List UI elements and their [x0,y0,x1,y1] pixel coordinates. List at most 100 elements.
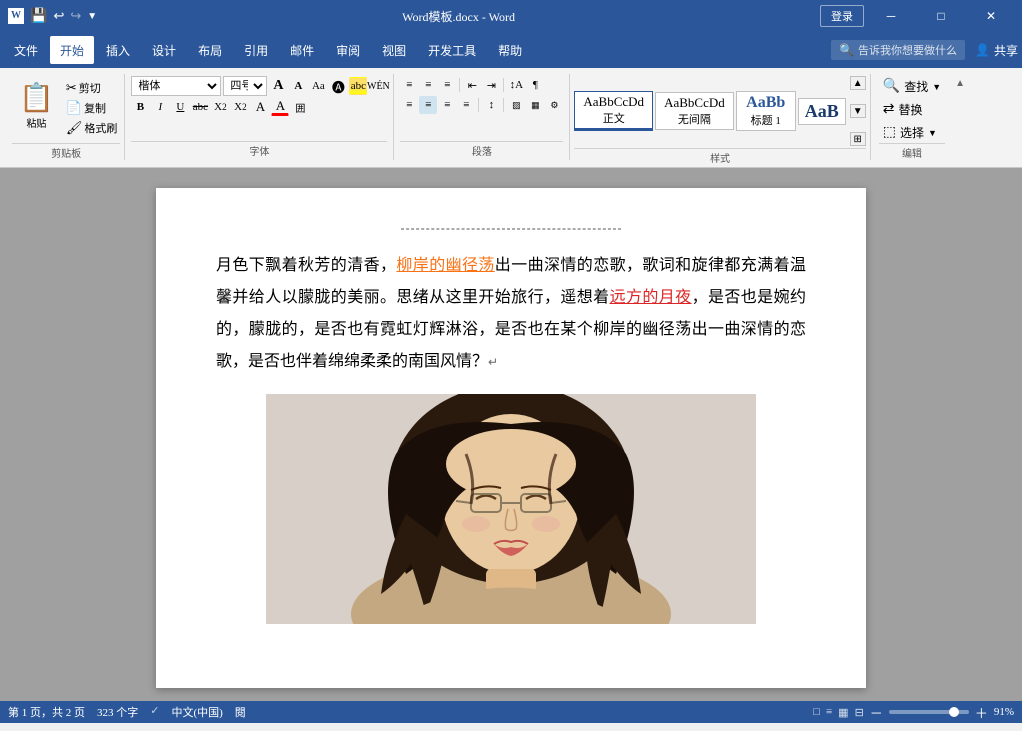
format-painter-icon: 🖌 [66,120,83,136]
paragraph-group-label: 段落 [400,141,563,158]
close-button[interactable]: ✕ [968,0,1014,32]
para-settings-button[interactable]: ⚙ [545,96,563,114]
menu-insert[interactable]: 插入 [96,36,140,64]
restore-button[interactable]: □ [918,0,964,32]
cursor-symbol: ↵ [488,355,498,369]
view-web-btn[interactable]: ≡ [826,706,832,718]
zoom-out-icon[interactable]: － [870,703,883,722]
menu-mailings[interactable]: 邮件 [280,36,324,64]
page-info: 第 1 页，共 2 页 [8,704,85,720]
menu-file[interactable]: 文件 [4,36,48,64]
highlight-button[interactable]: abc [349,77,367,95]
undo-icon[interactable]: ↩ [53,8,64,24]
style-no-spacing-button[interactable]: AaBbCcDd 无间隔 [655,92,734,130]
copy-button[interactable]: 📄 复制 [63,99,121,117]
minimize-button[interactable]: ─ [868,0,914,32]
strikethrough-button[interactable]: abc [191,98,209,116]
format-painter-button[interactable]: 🖌 格式刷 [63,119,121,137]
font-effects-button[interactable]: 囲 [291,98,309,116]
styles-row: AaBbCcDd 正文 AaBbCcDd 无间隔 AaBb 标题 1 AaB [574,76,865,146]
quick-access-dropdown[interactable]: ▼ [87,11,97,22]
font-shrink-button[interactable]: A [289,77,307,95]
border-button[interactable]: ▦ [526,96,544,114]
menu-references[interactable]: 引用 [234,36,278,64]
text-before-highlight: 月色下飘着秋芳的清香， [216,257,396,274]
styles-expand[interactable]: ⊞ [850,132,866,146]
wubi-button[interactable]: WÉN [369,77,387,95]
font-group: 楷体 四号 A A Aa 🅐 abc WÉN B I U abc X2 X2 A [125,74,394,160]
font-name-select[interactable]: 楷体 [131,76,221,96]
font-case-button[interactable]: Aa [309,77,327,95]
share-icon: 👤 [975,43,990,58]
font-group-label: 字体 [131,141,387,158]
superscript-button[interactable]: X2 [231,98,249,116]
document-page[interactable]: 月色下飘着秋芳的清香，柳岸的幽径荡出一曲深情的恋歌，歌词和旋律都充满着温馨并给人… [156,188,866,688]
view-outline-btn[interactable]: ⊟ [855,706,864,719]
line-spacing-button[interactable]: ↕ [482,96,500,114]
login-button[interactable]: 登录 [820,5,864,27]
styles-scroll-up[interactable]: ▲ [850,76,866,90]
redo-icon[interactable]: ↪ [70,8,81,24]
menu-layout[interactable]: 布局 [188,36,232,64]
word-count: 323 个字 [97,704,138,720]
menu-review[interactable]: 审阅 [326,36,370,64]
title-bar: W 💾 ↩ ↪ ▼ Word模板.docx - Word 登录 ─ □ ✕ [0,0,1022,32]
status-icon: ✓ [150,704,159,720]
italic-button[interactable]: I [151,98,169,116]
shading-button[interactable]: ▨ [507,96,525,114]
justify-button[interactable]: ≡ [457,96,475,114]
title-bar-left: W 💾 ↩ ↪ ▼ [8,8,97,25]
numbering-button[interactable]: ≡ [419,76,437,94]
underline-button[interactable]: U [171,98,189,116]
search-icon: 🔍 [839,43,854,58]
bullets-button[interactable]: ≡ [400,76,418,94]
menu-home[interactable]: 开始 [50,36,94,64]
text-highlight-button[interactable]: A [251,98,269,116]
search-label[interactable]: 告诉我你想要做什么 [858,42,957,58]
subscript-button[interactable]: X2 [211,98,229,116]
align-left-button[interactable]: ≡ [400,96,418,114]
find-button[interactable]: 🔍 查找 ▼ [879,76,945,97]
document-text[interactable]: 月色下飘着秋芳的清香，柳岸的幽径荡出一曲深情的恋歌，歌词和旋律都充满着温馨并给人… [216,250,806,378]
clear-format-button[interactable]: 🅐 [329,77,347,95]
ribbon-collapse-button[interactable]: ▲ [955,78,965,89]
style-normal-button[interactable]: AaBbCcDd 正文 [574,91,653,131]
style-more-button[interactable]: AaB [798,98,846,125]
menu-design[interactable]: 设计 [142,36,186,64]
zoom-slider[interactable] [889,710,969,714]
style-heading1-button[interactable]: AaBb 标题 1 [736,91,796,131]
bold-button[interactable]: B [131,98,149,116]
sort-button[interactable]: ↕A [507,76,525,94]
save-icon[interactable]: 💾 [30,8,47,25]
replace-label: 替换 [898,101,922,118]
view-read-btn[interactable]: ▦ [838,706,848,719]
zoom-in-icon[interactable]: ＋ [975,703,988,722]
align-center-button[interactable]: ≡ [419,96,437,114]
view-print-btn[interactable]: □ [813,706,820,718]
cut-button[interactable]: ✂ 剪切 [63,79,121,97]
menu-help[interactable]: 帮助 [488,36,532,64]
styles-group: AaBbCcDd 正文 AaBbCcDd 无间隔 AaBb 标题 1 AaB [570,74,870,160]
increase-indent-button[interactable]: ⇥ [482,76,500,94]
zoom-level[interactable]: 91% [994,706,1014,718]
font-grow-button[interactable]: A [269,77,287,95]
show-marks-button[interactable]: ¶ [526,76,544,94]
para-divider4 [503,98,504,112]
share-button[interactable]: 👤 共享 [975,42,1018,59]
styles-scroll-down[interactable]: ▼ [850,104,866,118]
menu-developer[interactable]: 开发工具 [418,36,486,64]
select-button[interactable]: ⬚ 选择 ▼ [879,122,945,143]
status-bar: 第 1 页，共 2 页 323 个字 ✓ 中文(中国) 閱 □ ≡ ▦ ⊟ － … [0,701,1022,723]
align-right-button[interactable]: ≡ [438,96,456,114]
font-color-button[interactable]: A [271,98,289,116]
paste-button[interactable]: 📋 粘贴 [12,74,61,141]
menu-view[interactable]: 视图 [372,36,416,64]
person-illustration [266,394,756,624]
multilevel-button[interactable]: ≡ [438,76,456,94]
replace-button[interactable]: ⇄ 替换 [879,99,945,120]
zoom-slider-thumb[interactable] [949,707,959,717]
copy-label: 复制 [84,100,106,116]
format-painter-label: 格式刷 [84,120,117,136]
font-size-select[interactable]: 四号 [223,76,267,96]
decrease-indent-button[interactable]: ⇤ [463,76,481,94]
